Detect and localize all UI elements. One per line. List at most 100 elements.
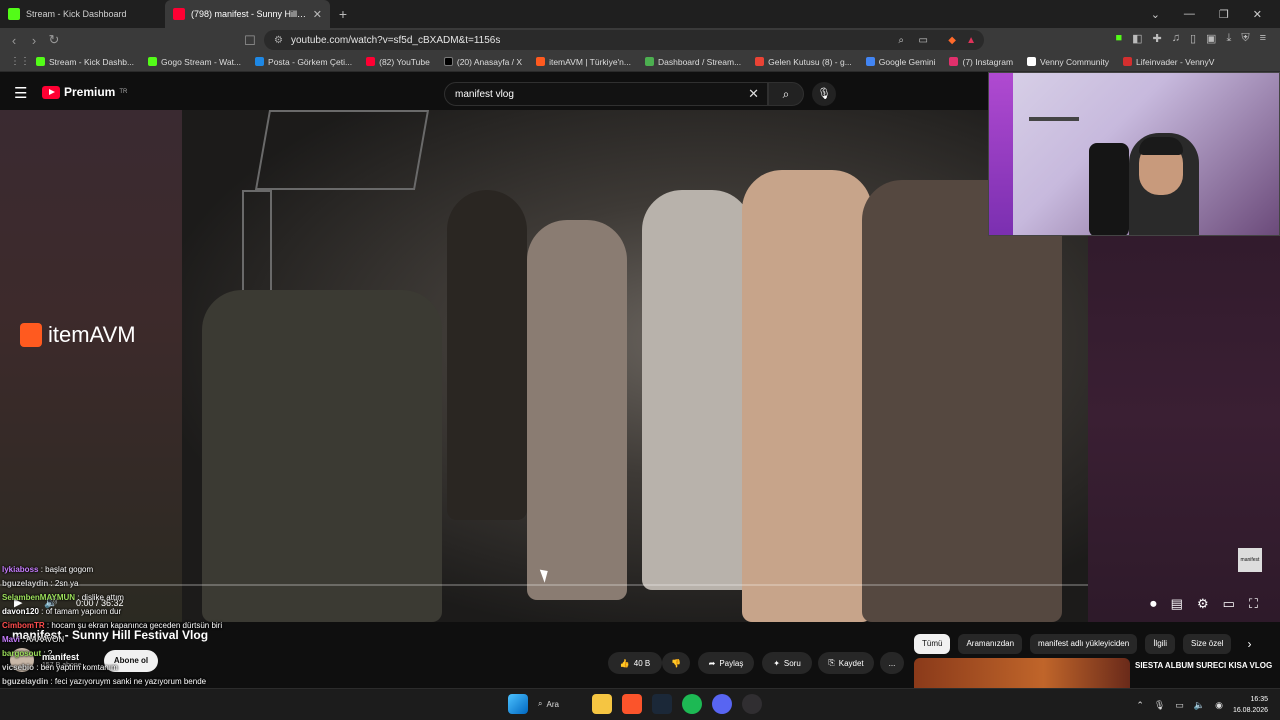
apps-icon[interactable]: ⋮⋮ bbox=[10, 56, 30, 67]
display-icon[interactable]: ▭ bbox=[1175, 700, 1184, 711]
share-button[interactable]: ➦ Paylaş bbox=[698, 652, 754, 674]
forward-icon[interactable]: › bbox=[24, 33, 44, 48]
like-count: 40 B bbox=[633, 658, 651, 668]
chat-message: SelambenMAYMUN : dislike attım bbox=[2, 593, 124, 602]
youtube-logo[interactable]: Premium TR bbox=[42, 85, 127, 99]
chat-text: AAAAVON bbox=[26, 635, 65, 644]
chevron-right-icon[interactable]: › bbox=[1247, 637, 1251, 651]
discord-icon[interactable] bbox=[712, 694, 732, 714]
chat-message: bguzelaydin : 2sn ya bbox=[2, 579, 79, 588]
led-light bbox=[989, 73, 1013, 235]
back-icon[interactable]: ‹ bbox=[4, 33, 24, 48]
windows-start-icon[interactable] bbox=[508, 694, 528, 714]
tab-search-icon[interactable]: ⌄ bbox=[1151, 8, 1160, 21]
bookmark-item[interactable]: (82) YouTube bbox=[366, 57, 430, 67]
volume-icon[interactable]: 🔈 bbox=[1194, 700, 1205, 711]
extension-icon[interactable]: ■ bbox=[1115, 32, 1122, 45]
bookmark-item[interactable]: Dashboard / Stream... bbox=[645, 57, 741, 67]
settings-gear-icon[interactable]: ⚙ bbox=[1197, 596, 1209, 612]
bookmark-item[interactable]: Posta - Görkem Çeti... bbox=[255, 57, 352, 67]
microphone-icon[interactable]: 🎙 bbox=[1154, 700, 1165, 711]
music-icon[interactable]: ♫ bbox=[1172, 32, 1180, 45]
recommendation-thumbnail[interactable] bbox=[914, 658, 1130, 688]
voice-search-button[interactable]: 🎙 bbox=[812, 82, 836, 106]
search-button[interactable]: ⌕ bbox=[768, 82, 804, 106]
logo-region: TR bbox=[119, 89, 128, 95]
bookmark-item[interactable]: (20) Anasayfa / X bbox=[443, 57, 522, 67]
network-icon[interactable]: ◉ bbox=[1215, 700, 1223, 711]
streamer-webcam-overlay bbox=[988, 72, 1280, 236]
bookmark-item[interactable]: Stream - Kick Dashb... bbox=[36, 57, 134, 67]
obs-icon[interactable] bbox=[742, 694, 762, 714]
fullscreen-icon[interactable]: ⛶ bbox=[1249, 596, 1258, 612]
steam-icon[interactable] bbox=[652, 694, 672, 714]
brave-shield-icon[interactable]: ◆ bbox=[948, 35, 956, 46]
hamburger-menu-icon[interactable]: ☰ bbox=[14, 84, 27, 102]
url-field[interactable]: ⚙ youtube.com/watch?v=sf5d_cBXADM&t=1156… bbox=[264, 30, 984, 50]
new-tab-button[interactable]: + bbox=[330, 6, 356, 22]
video-frame[interactable] bbox=[182, 110, 1088, 622]
browser-tab-kick[interactable]: Stream - Kick Dashboard bbox=[0, 0, 165, 28]
recommendation-title[interactable]: SIESTA ALBUM SURECI KISA VLOG bbox=[1135, 660, 1275, 671]
cast-icon[interactable]: ▭ bbox=[919, 35, 928, 46]
kick-icon bbox=[148, 57, 158, 66]
chat-message: davon120 : of tamam yapıom dur bbox=[2, 607, 122, 616]
more-actions-button[interactable]: ... bbox=[880, 652, 904, 674]
chip-related[interactable]: İlgili bbox=[1145, 634, 1175, 654]
venny-icon bbox=[1027, 57, 1037, 66]
autoplay-toggle-icon[interactable]: ⏺ bbox=[1150, 596, 1157, 612]
tab-title: (798) manifest - Sunny Hill Festiv... bbox=[191, 9, 307, 19]
subtitles-icon[interactable]: ▤ bbox=[1171, 596, 1183, 612]
puzzle-icon[interactable]: ✚ bbox=[1153, 32, 1162, 45]
minimize-icon[interactable]: — bbox=[1184, 8, 1195, 20]
file-explorer-icon[interactable] bbox=[592, 694, 612, 714]
bookmark-item[interactable]: (7) Instagram bbox=[949, 57, 1013, 67]
brave-rewards-icon[interactable]: ▲ bbox=[966, 35, 976, 46]
reload-icon[interactable]: ↻ bbox=[44, 32, 64, 48]
extension-icon[interactable]: ◧ bbox=[1132, 32, 1142, 45]
address-bar-row: ‹ › ↻ ☐ ⚙ youtube.com/watch?v=sf5d_cBXAD… bbox=[0, 28, 1280, 52]
ask-button[interactable]: ✦ Soru bbox=[762, 652, 812, 674]
tab-title: Stream - Kick Dashboard bbox=[26, 9, 127, 19]
zoom-icon[interactable]: ⌕ bbox=[898, 35, 904, 46]
bookmark-page-icon[interactable]: ☐ bbox=[240, 33, 260, 49]
chat-username: SelambenMAYMUN bbox=[2, 593, 76, 602]
system-clock[interactable]: 16:35 16.08.2026 bbox=[1233, 694, 1268, 716]
close-window-icon[interactable]: ✕ bbox=[1253, 8, 1262, 21]
chip-for-you[interactable]: Size özel bbox=[1182, 634, 1232, 654]
bookmark-item[interactable]: Venny Community bbox=[1027, 57, 1109, 67]
channel-watermark[interactable]: manifest bbox=[1238, 548, 1262, 572]
chip-from-search[interactable]: Aramanızdan bbox=[958, 634, 1023, 654]
brave-browser-icon[interactable] bbox=[622, 694, 642, 714]
maximize-icon[interactable]: ❐ bbox=[1219, 8, 1229, 21]
sidebar-icon[interactable]: ▯ bbox=[1190, 32, 1196, 45]
download-icon[interactable]: ⤓ bbox=[1226, 32, 1231, 45]
bookmark-item[interactable]: Gelen Kutusu (8) - g... bbox=[755, 57, 852, 67]
theater-mode-icon[interactable]: ▭ bbox=[1223, 596, 1235, 612]
vpn-icon[interactable]: ⛨ bbox=[1241, 32, 1249, 45]
taskbar-search[interactable]: ⌕ Ara bbox=[538, 699, 582, 709]
chip-from-uploader[interactable]: manifest adlı yükleyiciden bbox=[1030, 634, 1138, 654]
taskbar-search-label: Ara bbox=[546, 699, 559, 709]
spotify-icon[interactable] bbox=[682, 694, 702, 714]
chevron-up-icon[interactable]: ⌃ bbox=[1136, 700, 1144, 711]
like-button[interactable]: 👍 40 B bbox=[608, 652, 662, 674]
browser-tab-youtube[interactable]: (798) manifest - Sunny Hill Festiv... ✕ bbox=[165, 0, 330, 28]
bookmark-item[interactable]: Lifeinvader - VennyV bbox=[1123, 57, 1214, 67]
person-figure bbox=[447, 190, 527, 520]
clear-search-icon[interactable]: ✕ bbox=[748, 86, 759, 102]
dislike-button[interactable]: 👎 bbox=[662, 652, 690, 674]
save-button[interactable]: ⎘ Kaydet bbox=[818, 652, 874, 674]
site-info-icon[interactable]: ⚙ bbox=[274, 35, 283, 46]
bookmark-item[interactable]: Gogo Stream - Wat... bbox=[148, 57, 241, 67]
wallet-icon[interactable]: ▣ bbox=[1206, 32, 1216, 45]
chip-all[interactable]: Tümü bbox=[914, 634, 951, 654]
sponsor-name: itemAVM bbox=[48, 322, 136, 347]
search-input[interactable]: manifest vlog ✕ bbox=[444, 82, 768, 106]
chat-text: hocam şu ekran kapanınca geceden dürtsün… bbox=[51, 621, 223, 630]
close-tab-icon[interactable]: ✕ bbox=[313, 8, 322, 21]
bookmark-item[interactable]: itemAVM | Türkiye'n... bbox=[536, 57, 631, 67]
chat-username: Mavi bbox=[2, 635, 20, 644]
bookmark-item[interactable]: Google Gemini bbox=[865, 57, 935, 67]
menu-icon[interactable]: ≡ bbox=[1260, 32, 1266, 45]
